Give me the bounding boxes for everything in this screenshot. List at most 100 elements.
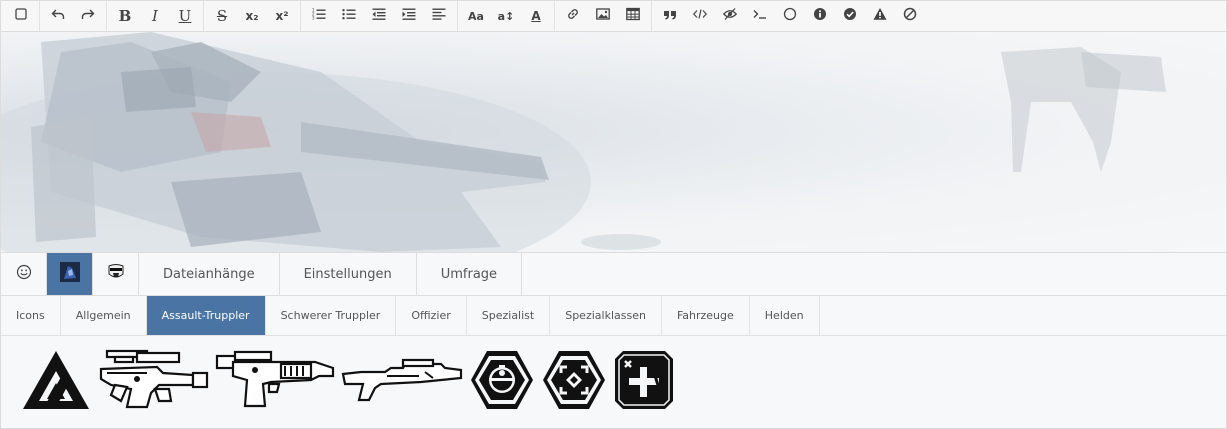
blaster-rifle-icon-3 — [341, 358, 463, 402]
quote-button[interactable] — [655, 1, 685, 31]
toolbar-group-script: S x₂ x² — [204, 1, 301, 31]
toolbar-group-source — [3, 1, 40, 31]
emoticon-category-tabs: Icons Allgemein Assault-Truppler Schwere… — [1, 296, 1226, 336]
smiley-icon — [16, 264, 32, 284]
emoticon-blaster-rifle-2[interactable] — [215, 350, 335, 410]
italic-button[interactable]: I — [140, 1, 170, 31]
redo-icon — [81, 7, 95, 25]
tab-helden[interactable]: Helden — [750, 296, 820, 335]
emoticon-assault-class[interactable] — [21, 349, 91, 411]
info-icon — [813, 7, 827, 25]
unordered-list-icon — [342, 7, 356, 25]
tab-settings[interactable]: Einstellungen — [280, 253, 417, 295]
toolbar-group-insert — [555, 1, 652, 31]
avatar-tab-1[interactable] — [47, 253, 93, 295]
link-icon — [566, 7, 580, 25]
quote-icon — [663, 7, 677, 25]
editor-bottom-panel: Dateianhänge Einstellungen Umfrage Icons… — [0, 252, 1227, 429]
toolbar-group-style: B I U — [107, 1, 204, 31]
tab-assault-truppler[interactable]: Assault-Truppler — [146, 296, 266, 335]
font-size-button[interactable]: Aa — [461, 1, 491, 31]
superscript-icon: x² — [275, 9, 289, 23]
strikethrough-icon: S — [216, 7, 228, 25]
toolbar-group-history — [40, 1, 107, 31]
smiley-tab[interactable] — [1, 253, 47, 295]
warning-button[interactable] — [865, 1, 895, 31]
avatar-icon-1 — [59, 262, 80, 286]
indent-button[interactable] — [394, 1, 424, 31]
tab-icons[interactable]: Icons — [1, 296, 61, 335]
emoticon-target-hexagon[interactable] — [541, 349, 607, 411]
tab-spezialist[interactable]: Spezialist — [467, 296, 551, 335]
editor-content-area[interactable] — [0, 32, 1227, 252]
snowy-battle-background-image — [1, 32, 1166, 252]
superscript-button[interactable]: x² — [267, 1, 297, 31]
spoiler-button[interactable] — [715, 1, 745, 31]
emoticon-medic-square[interactable] — [613, 349, 675, 411]
bold-button[interactable]: B — [110, 1, 140, 31]
medic-square-icon — [613, 349, 675, 411]
align-button[interactable] — [424, 1, 454, 31]
emoticon-droid-hexagon[interactable] — [469, 349, 535, 411]
tab-allgemein[interactable]: Allgemein — [61, 296, 147, 335]
strikethrough-button[interactable]: S — [207, 1, 237, 31]
subscript-icon: x₂ — [245, 9, 259, 23]
subscript-button[interactable]: x₂ — [237, 1, 267, 31]
image-icon — [596, 7, 610, 25]
svg-text:3: 3 — [312, 16, 315, 21]
circle-icon — [783, 7, 797, 25]
font-size-icon: Aa — [468, 9, 484, 23]
warning-icon — [873, 7, 887, 25]
target-hexagon-icon — [541, 349, 607, 411]
outdent-button[interactable] — [364, 1, 394, 31]
code-button[interactable] — [685, 1, 715, 31]
redo-button[interactable] — [73, 1, 103, 31]
toolbar-group-font: Aa a↕ A — [458, 1, 555, 31]
unordered-list-button[interactable] — [334, 1, 364, 31]
tab-offizier[interactable]: Offizier — [396, 296, 467, 335]
droid-hexagon-icon — [469, 349, 535, 411]
avatar-tab-2[interactable] — [93, 253, 139, 295]
toolbar-group-blocks — [652, 1, 928, 31]
terminal-icon — [753, 7, 767, 25]
undo-button[interactable] — [43, 1, 73, 31]
ban-button[interactable] — [895, 1, 925, 31]
line-height-icon: a↕ — [497, 9, 515, 23]
ordered-list-button[interactable]: 123 — [304, 1, 334, 31]
tab-poll[interactable]: Umfrage — [417, 253, 523, 295]
primary-tabs: Dateianhänge Einstellungen Umfrage — [1, 253, 1226, 296]
align-icon — [432, 7, 446, 25]
table-icon — [626, 7, 640, 25]
indent-icon — [402, 7, 416, 25]
link-button[interactable] — [558, 1, 588, 31]
emoticon-grid — [21, 349, 675, 411]
code-icon — [692, 7, 708, 25]
blaster-rifle-icon-1 — [97, 349, 209, 411]
check-icon — [843, 7, 857, 25]
font-color-button[interactable]: A — [521, 1, 551, 31]
assault-class-icon — [21, 349, 91, 411]
outdent-icon — [372, 7, 386, 25]
terminal-button[interactable] — [745, 1, 775, 31]
table-button[interactable] — [618, 1, 648, 31]
font-color-icon: A — [531, 9, 541, 23]
info-button[interactable] — [805, 1, 835, 31]
blaster-rifle-icon-2 — [215, 350, 335, 410]
underline-button[interactable]: U — [170, 1, 200, 31]
tab-spezialklassen[interactable]: Spezialklassen — [550, 296, 662, 335]
check-button[interactable] — [835, 1, 865, 31]
source-toggle-icon — [14, 7, 28, 25]
bold-icon: B — [118, 7, 132, 25]
tab-attachments[interactable]: Dateianhänge — [139, 253, 280, 295]
ban-icon — [903, 7, 917, 25]
emoticon-blaster-rifle-1[interactable] — [97, 349, 209, 411]
emoticon-blaster-rifle-3[interactable] — [341, 358, 463, 402]
spoiler-icon — [722, 7, 738, 25]
tab-schwerer-truppler[interactable]: Schwerer Truppler — [266, 296, 397, 335]
line-height-button[interactable]: a↕ — [491, 1, 521, 31]
tab-fahrzeuge[interactable]: Fahrzeuge — [662, 296, 750, 335]
image-button[interactable] — [588, 1, 618, 31]
source-toggle-button[interactable] — [6, 1, 36, 31]
circle-button[interactable] — [775, 1, 805, 31]
ordered-list-icon: 123 — [312, 7, 326, 25]
